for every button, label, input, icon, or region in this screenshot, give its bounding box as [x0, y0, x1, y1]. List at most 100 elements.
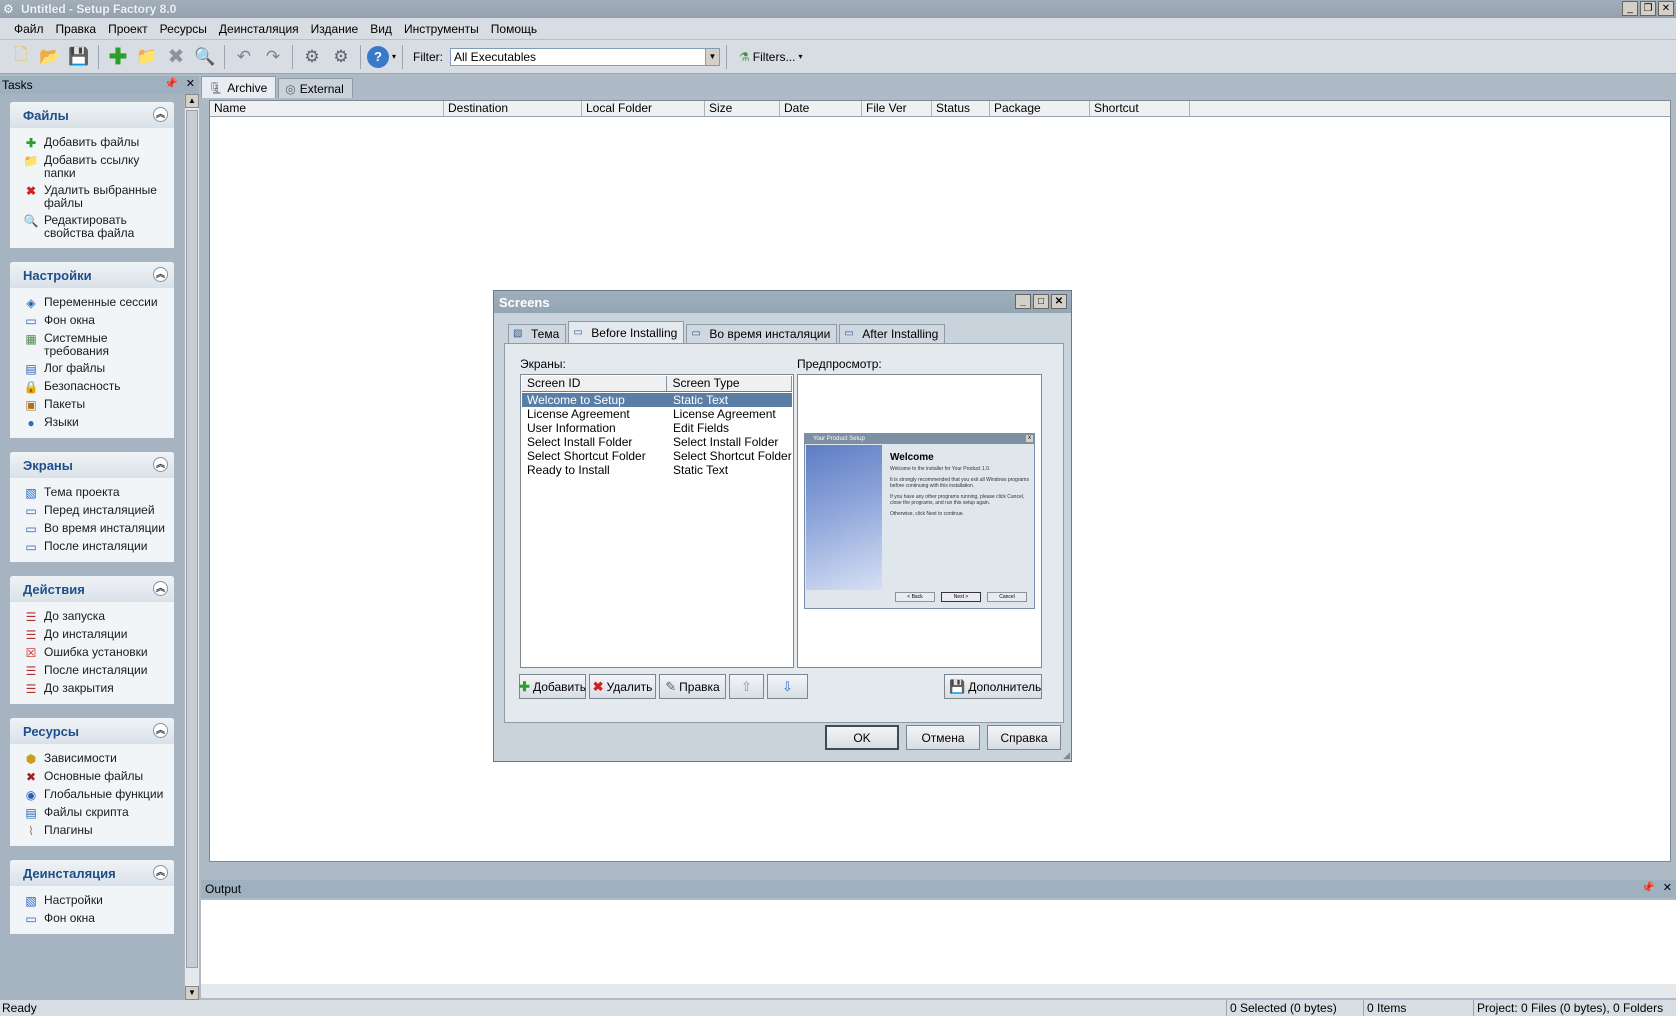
- task-packages[interactable]: ▣ Пакеты: [10, 396, 174, 414]
- output-text[interactable]: [201, 900, 1676, 984]
- tab-while-installing[interactable]: ▭ Во время инсталяции: [686, 324, 838, 343]
- col-size[interactable]: Size: [705, 101, 780, 116]
- minimize-button[interactable]: _: [1622, 1, 1638, 16]
- filter-select[interactable]: All Executables ▼: [450, 47, 721, 66]
- close-icon[interactable]: ✕: [186, 77, 195, 90]
- dialog-maximize-button[interactable]: □: [1033, 294, 1049, 309]
- col-destination[interactable]: Destination: [444, 101, 582, 116]
- group-title[interactable]: Экраны ︽: [10, 452, 174, 478]
- resize-grip-icon[interactable]: ◢: [1060, 750, 1070, 760]
- task-edit-properties[interactable]: 🔍 Редактировать свойства файла: [10, 212, 174, 242]
- tab-archive[interactable]: 🗜 Archive: [201, 76, 277, 98]
- remove-screen-button[interactable]: ✖ Удалить: [589, 674, 656, 699]
- task-uninstall-background[interactable]: ▭ Фон окна: [10, 910, 174, 928]
- add-screen-button[interactable]: ✚ Добавить: [519, 674, 586, 699]
- scroll-down-icon[interactable]: ▼: [185, 986, 199, 1000]
- task-session-vars[interactable]: ◈ Переменные сессии: [10, 294, 174, 312]
- group-title[interactable]: Деинсталяция ︽: [10, 860, 174, 886]
- col-name[interactable]: Name: [210, 101, 444, 116]
- remove-icon[interactable]: ✖: [163, 44, 189, 70]
- list-item[interactable]: Select Install Folder Select Install Fold…: [522, 435, 792, 449]
- screens-list[interactable]: Screen ID Screen Type Welcome to Setup St…: [520, 374, 794, 668]
- pin-icon[interactable]: 📌: [1641, 881, 1655, 894]
- task-log-files[interactable]: ▤ Лог файлы: [10, 360, 174, 378]
- cancel-button[interactable]: Отмена: [906, 725, 980, 750]
- task-on-shutdown[interactable]: ☰ До закрытия: [10, 680, 174, 698]
- dialog-minimize-button[interactable]: _: [1015, 294, 1031, 309]
- col-screen-type[interactable]: Screen Type: [667, 376, 792, 391]
- list-item[interactable]: Select Shortcut Folder Select Shortcut Fo…: [522, 449, 792, 463]
- close-icon[interactable]: ✕: [1663, 881, 1672, 894]
- collapse-icon[interactable]: ︽: [153, 581, 168, 596]
- task-install-error[interactable]: ☒ Ошибка установки: [10, 644, 174, 662]
- chevron-down-icon[interactable]: ▾: [798, 52, 802, 61]
- list-item[interactable]: Ready to Install Static Text: [522, 463, 792, 477]
- help-dropdown-icon[interactable]: ▾: [392, 52, 396, 61]
- settings-gear-icon[interactable]: ⚙: [328, 44, 354, 70]
- menu-resources[interactable]: Ресурсы: [154, 22, 213, 36]
- task-on-startup[interactable]: ☰ До запуска: [10, 608, 174, 626]
- group-title[interactable]: Ресурсы ︽: [10, 718, 174, 744]
- list-item[interactable]: License Agreement License Agreement: [522, 407, 792, 421]
- task-remove-files[interactable]: ✖ Удалить выбранные файлы: [10, 182, 174, 212]
- open-folder-icon[interactable]: 📂: [37, 44, 63, 70]
- redo-icon[interactable]: ↷: [260, 44, 286, 70]
- collapse-icon[interactable]: ︽: [153, 457, 168, 472]
- task-project-theme[interactable]: ▧ Тема проекта: [10, 484, 174, 502]
- scroll-thumb[interactable]: [186, 110, 198, 968]
- task-after-install[interactable]: ▭ После инсталяции: [10, 538, 174, 556]
- group-title[interactable]: Файлы ︽: [10, 102, 174, 128]
- task-uninstall-settings[interactable]: ▧ Настройки: [10, 892, 174, 910]
- task-during-install[interactable]: ▭ Во время инсталяции: [10, 520, 174, 538]
- filters-button[interactable]: ⚗ Filters... ▾: [739, 50, 802, 64]
- menu-uninstall[interactable]: Деинсталяция: [213, 22, 305, 36]
- collapse-icon[interactable]: ︽: [153, 865, 168, 880]
- move-up-button[interactable]: ⇧: [729, 674, 764, 699]
- menu-edit[interactable]: Правка: [50, 22, 103, 36]
- list-item[interactable]: Welcome to Setup Static Text: [522, 393, 792, 407]
- output-scrollbar[interactable]: [201, 984, 1676, 998]
- task-global-functions[interactable]: ◉ Глобальные функции: [10, 786, 174, 804]
- tab-after-installing[interactable]: ▭ After Installing: [839, 324, 946, 343]
- col-package[interactable]: Package: [990, 101, 1090, 116]
- col-file-ver[interactable]: File Ver: [862, 101, 932, 116]
- tab-theme[interactable]: ▧ Тема: [508, 324, 567, 343]
- col-date[interactable]: Date: [780, 101, 862, 116]
- task-pre-install[interactable]: ☰ До инсталяции: [10, 626, 174, 644]
- col-screen-id[interactable]: Screen ID: [522, 376, 668, 391]
- task-post-install[interactable]: ☰ После инсталяции: [10, 662, 174, 680]
- task-system-req[interactable]: ▦ Системные требования: [10, 330, 174, 360]
- collapse-icon[interactable]: ︽: [153, 723, 168, 738]
- collapse-icon[interactable]: ︽: [153, 107, 168, 122]
- list-item[interactable]: User Information Edit Fields: [522, 421, 792, 435]
- dialog-close-button[interactable]: ✕: [1051, 294, 1067, 309]
- undo-icon[interactable]: ↶: [231, 44, 257, 70]
- task-background[interactable]: ▭ Фон окна: [10, 312, 174, 330]
- chevron-down-icon[interactable]: ▼: [705, 48, 720, 65]
- group-title[interactable]: Настройки ︽: [10, 262, 174, 288]
- more-button[interactable]: 💾 Дополнительно: [944, 674, 1042, 699]
- edit-screen-button[interactable]: ✎ Правка: [659, 674, 726, 699]
- scroll-up-icon[interactable]: ▲: [185, 94, 199, 108]
- col-status[interactable]: Status: [932, 101, 990, 116]
- tasks-scrollbar[interactable]: ▲ ▼: [184, 94, 199, 1000]
- move-down-button[interactable]: ⇩: [767, 674, 808, 699]
- menu-project[interactable]: Проект: [102, 22, 154, 36]
- menu-view[interactable]: Вид: [364, 22, 398, 36]
- task-plugins[interactable]: ⌇ Плагины: [10, 822, 174, 840]
- add-folder-icon[interactable]: 📁: [134, 44, 160, 70]
- ok-button[interactable]: OK: [825, 725, 899, 750]
- task-add-files[interactable]: ✚ Добавить файлы: [10, 134, 174, 152]
- tab-before-installing[interactable]: ▭ Before Installing: [568, 321, 685, 343]
- help-button[interactable]: Справка: [987, 725, 1061, 750]
- close-button[interactable]: ✕: [1658, 1, 1674, 16]
- task-add-folder-ref[interactable]: 📁 Добавить ссылку папки: [10, 152, 174, 182]
- build-icon[interactable]: ⚙: [299, 44, 325, 70]
- task-languages[interactable]: ● Языки: [10, 414, 174, 432]
- menu-tools[interactable]: Инструменты: [398, 22, 485, 36]
- task-before-install[interactable]: ▭ Перед инсталяцией: [10, 502, 174, 520]
- task-primer-files[interactable]: ✖ Основные файлы: [10, 768, 174, 786]
- col-shortcut[interactable]: Shortcut: [1090, 101, 1190, 116]
- save-icon[interactable]: 💾: [66, 44, 92, 70]
- col-local-folder[interactable]: Local Folder: [582, 101, 705, 116]
